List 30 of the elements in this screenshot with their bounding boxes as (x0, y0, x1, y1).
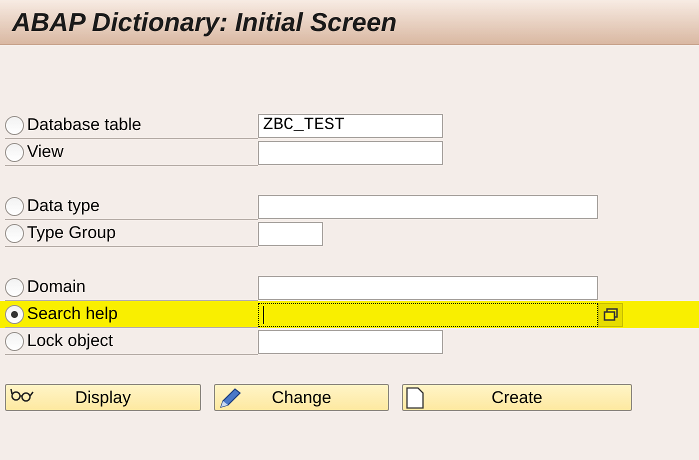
input-field[interactable] (258, 222, 323, 246)
value-help-button[interactable] (598, 302, 623, 326)
input-field[interactable] (258, 276, 598, 300)
option-label: View (27, 141, 64, 164)
radio-button[interactable] (5, 224, 24, 242)
radio-button[interactable] (5, 304, 24, 324)
option-label: Type Group (27, 222, 116, 244)
toolbar-button[interactable]: Create (402, 384, 632, 411)
window-title: ABAP Dictionary: Initial Screen (12, 6, 397, 38)
input-field[interactable]: ZBC_TEST (258, 114, 443, 138)
radio-button[interactable] (5, 196, 24, 216)
toolbar-button[interactable]: Change (214, 384, 389, 411)
glasses-icon (9, 387, 35, 403)
option-label: Lock object (27, 330, 113, 352)
option-label: Search help (27, 303, 118, 326)
radio-button[interactable] (5, 278, 24, 296)
option-label: Domain (27, 276, 86, 298)
windows-icon (602, 308, 618, 322)
radio-button[interactable] (5, 142, 24, 162)
document-icon (406, 387, 424, 409)
pencil-icon (218, 387, 242, 409)
radio-button[interactable] (5, 332, 24, 350)
input-field[interactable] (258, 330, 443, 354)
option-label: Database table (27, 114, 142, 136)
toolbar-button[interactable]: Display (5, 384, 201, 411)
radio-button[interactable] (5, 116, 24, 134)
input-field[interactable] (258, 194, 598, 218)
option-label: Data type (27, 195, 100, 218)
input-field[interactable] (258, 302, 598, 326)
input-field[interactable] (258, 140, 443, 164)
